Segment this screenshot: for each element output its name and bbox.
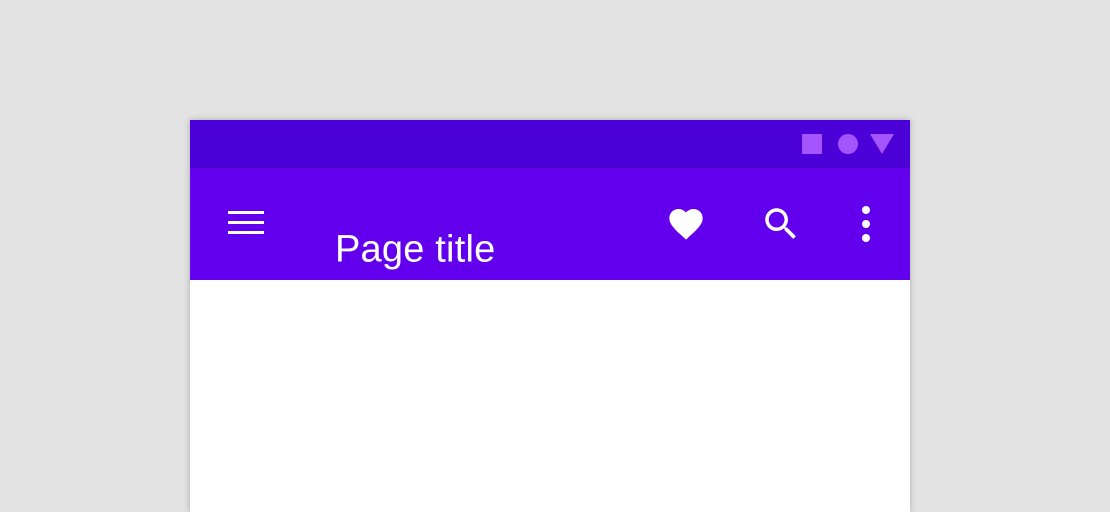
more-vert-icon	[862, 206, 870, 242]
status-icons	[802, 134, 894, 154]
triangle-icon	[870, 134, 894, 154]
page-title: Page title	[335, 228, 496, 271]
top-app-bar: Page title	[190, 168, 910, 280]
favorite-button[interactable]	[662, 200, 710, 248]
favorite-icon	[669, 209, 703, 240]
menu-icon	[228, 211, 264, 234]
content-area	[190, 280, 910, 512]
menu-button[interactable]	[220, 204, 272, 244]
square-icon	[802, 134, 822, 154]
circle-icon	[838, 134, 858, 154]
search-icon	[765, 208, 796, 239]
search-button[interactable]	[757, 200, 805, 248]
phone-screen: Page title	[190, 120, 910, 512]
status-bar	[190, 120, 910, 168]
more-options-button[interactable]	[842, 200, 890, 248]
